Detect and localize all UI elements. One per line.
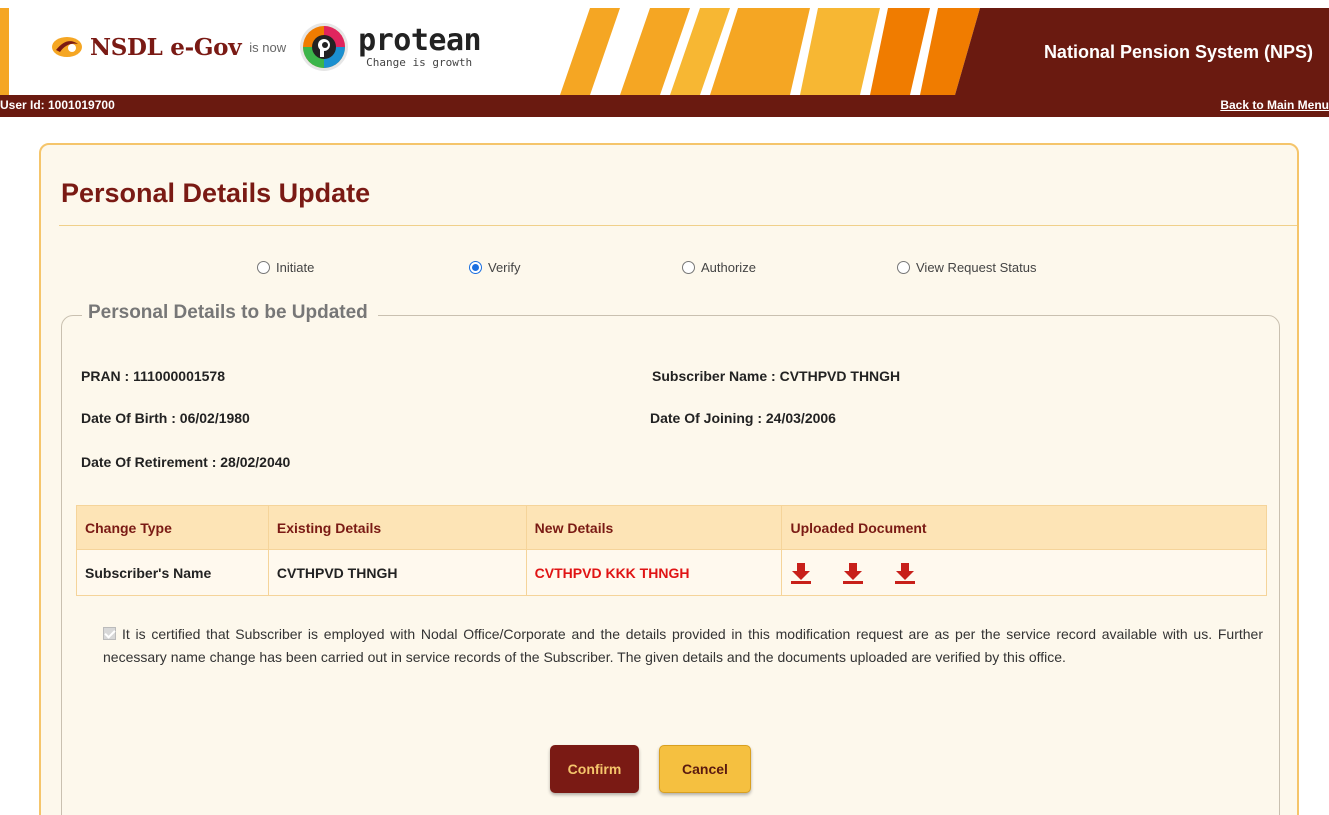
change-details-table: Change Type Existing Details New Details…: [76, 505, 1267, 596]
protean-logo-icon: [300, 23, 349, 71]
date-of-birth-value: Date Of Birth : 06/02/1980: [81, 410, 250, 426]
subscriber-name-value: Subscriber Name : CVTHPVD THNGH: [652, 368, 901, 384]
radio-button-icon[interactable]: [257, 261, 270, 274]
new-details-cell: CVTHPVD KKK THNGH: [525, 549, 783, 596]
existing-details-cell: CVTHPVD THNGH: [267, 549, 527, 596]
fieldset-legend: Personal Details to be Updated: [82, 302, 378, 324]
date-of-retirement-value: Date Of Retirement : 28/02/2040: [81, 454, 291, 470]
workflow-step-radios: Initiate Verify Authorize View Request S…: [41, 260, 1301, 280]
table-row: Subscriber's Name CVTHPVD THNGH CVTHPVD …: [76, 549, 1267, 596]
radio-authorize[interactable]: Authorize: [682, 260, 756, 275]
header-accent-bar: [0, 8, 9, 95]
user-bar: User Id: 1001019700 Back to Main Menu: [0, 95, 1329, 117]
certification-statement: It is certified that Subscriber is emplo…: [103, 623, 1263, 669]
radio-initiate[interactable]: Initiate: [257, 260, 314, 275]
radio-label: Verify: [488, 260, 521, 275]
certification-checkbox[interactable]: [103, 627, 116, 640]
uploaded-document-cell: [781, 549, 1267, 596]
back-to-main-menu-link[interactable]: Back to Main Menu: [1220, 98, 1329, 112]
site-header: NSDL e-Gov is now protean Change is grow…: [0, 0, 1329, 95]
title-divider: [59, 225, 1297, 226]
table-header-row: Change Type Existing Details New Details…: [76, 505, 1267, 550]
change-type-cell: Subscriber's Name: [76, 549, 269, 596]
radio-button-checked-icon[interactable]: [469, 261, 482, 274]
column-header: New Details: [525, 505, 783, 550]
column-header: Existing Details: [267, 505, 527, 550]
nsdl-logo-icon: [52, 37, 82, 57]
column-header: Uploaded Document: [781, 505, 1267, 550]
download-icon[interactable]: [842, 561, 864, 585]
radio-button-icon[interactable]: [682, 261, 695, 274]
radio-view-request-status[interactable]: View Request Status: [897, 260, 1036, 275]
radio-verify[interactable]: Verify: [469, 260, 521, 275]
confirm-button[interactable]: Confirm: [550, 745, 639, 793]
certification-text: It is certified that Subscriber is emplo…: [103, 626, 1263, 665]
cancel-button[interactable]: Cancel: [659, 745, 751, 793]
pran-value: PRAN : 111000001578: [81, 368, 225, 384]
radio-label: Authorize: [701, 260, 756, 275]
brand-is-now-text: is now: [249, 39, 287, 55]
radio-button-icon[interactable]: [897, 261, 910, 274]
brand-logo-group: NSDL e-Gov is now protean Change is grow…: [50, 22, 482, 72]
system-title: National Pension System (NPS): [1043, 42, 1313, 62]
main-card: Personal Details Update Initiate Verify …: [39, 143, 1299, 815]
date-of-joining-value: Date Of Joining : 24/03/2006: [650, 410, 836, 426]
page-title: Personal Details Update: [61, 178, 371, 208]
radio-label: View Request Status: [916, 260, 1037, 275]
user-id-label: User Id: 1001019700: [0, 98, 115, 112]
download-icon[interactable]: [790, 561, 812, 585]
download-icon[interactable]: [894, 561, 916, 585]
protean-brand-text: protean: [358, 22, 482, 58]
protean-tagline: Change is growth: [366, 55, 473, 69]
column-header: Change Type: [76, 505, 269, 550]
radio-label: Initiate: [276, 260, 315, 275]
nsdl-brand-text: NSDL e-Gov: [90, 33, 242, 61]
